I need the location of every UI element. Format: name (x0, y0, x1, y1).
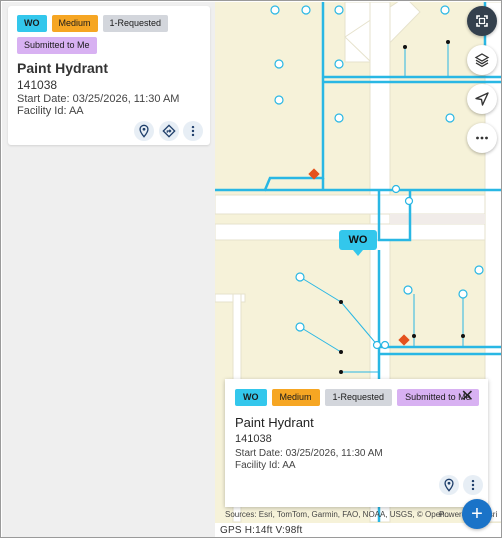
popup-title: Paint Hydrant (235, 415, 314, 430)
close-popup-button[interactable]: ✕ (461, 386, 474, 406)
app-frame: WO Medium 1-Requested Submitted to Me Pa… (0, 0, 502, 538)
card-more-button[interactable] (183, 121, 203, 141)
priority-badge: Medium (51, 15, 98, 32)
card-title: Paint Hydrant (17, 60, 109, 76)
card-badges: WO Medium 1-Requested Submitted to Me (17, 15, 207, 54)
popup-badges: WO Medium 1-Requested Submitted to Me (235, 389, 485, 406)
wo-badge: WO (235, 389, 267, 406)
popup-id: 141038 (235, 433, 272, 445)
priority-badge: Medium (271, 389, 320, 406)
status-badge: 1-Requested (102, 15, 169, 32)
card-facility: Facility Id: AA (17, 105, 84, 117)
popup-more-button[interactable] (463, 475, 483, 495)
assignment-badge: Submitted to Me (17, 37, 97, 54)
more-vertical-icon (471, 479, 475, 491)
wo-badge: WO (17, 15, 47, 32)
map-attribution: Sources: Esri, TomTom, Garmin, FAO, NOAA… (225, 510, 452, 519)
more-horizontal-icon (476, 136, 488, 140)
work-order-card[interactable]: WO Medium 1-Requested Submitted to Me Pa… (8, 6, 210, 145)
work-order-map-marker[interactable]: WO (339, 230, 377, 256)
directions-button[interactable] (159, 121, 179, 141)
card-start-date: Start Date: 03/25/2026, 11:30 AM (17, 93, 180, 105)
card-id: 141038 (17, 78, 58, 92)
map-more-button[interactable] (467, 123, 497, 153)
directions-icon (162, 124, 176, 138)
add-button[interactable]: + (462, 499, 492, 529)
map-pin-icon (444, 478, 454, 492)
expand-icon (476, 15, 488, 27)
layers-icon (474, 53, 490, 68)
more-vertical-icon (191, 125, 195, 137)
navigate-button[interactable] (467, 84, 497, 114)
work-order-popup: WO Medium 1-Requested Submitted to Me ✕ … (225, 379, 488, 507)
gps-status: GPS H:14ft V:98ft (220, 525, 303, 536)
expand-button[interactable] (467, 6, 497, 36)
popup-start-date: Start Date: 03/25/2026, 11:30 AM (235, 448, 383, 459)
locate-button[interactable] (134, 121, 154, 141)
status-badge: 1-Requested (324, 389, 393, 406)
navigate-icon (475, 92, 489, 106)
map-pin-icon (139, 124, 149, 138)
work-order-list: WO Medium 1-Requested Submitted to Me Pa… (2, 2, 215, 537)
popup-facility: Facility Id: AA (235, 460, 296, 471)
layers-button[interactable] (467, 45, 497, 75)
popup-locate-button[interactable] (439, 475, 459, 495)
